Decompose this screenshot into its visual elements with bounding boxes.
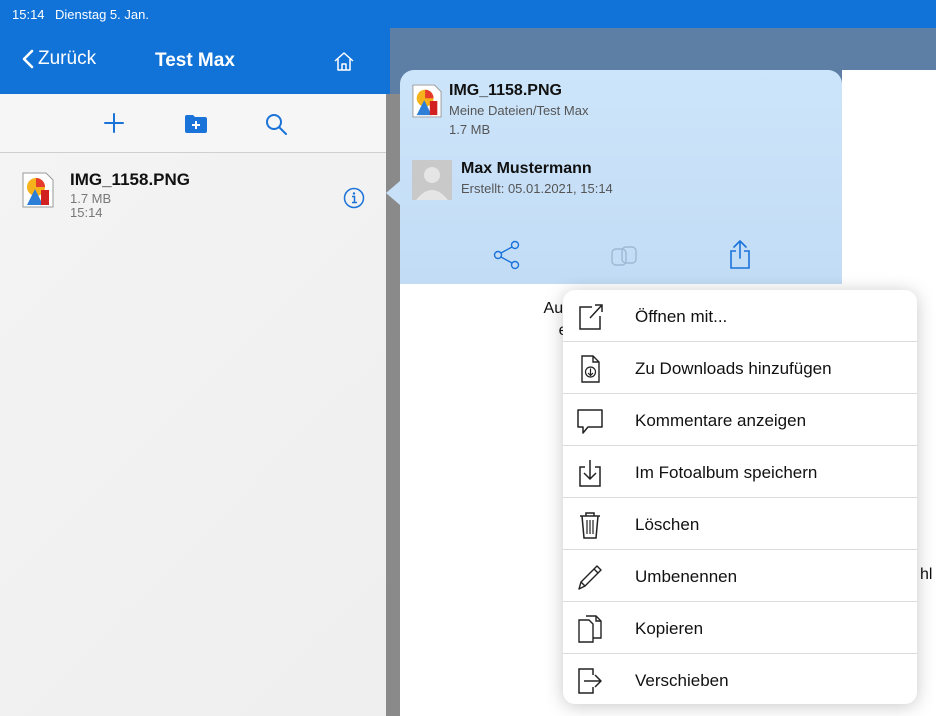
plus-icon	[104, 113, 124, 133]
image-file-icon	[22, 172, 54, 208]
menu-item-open-with[interactable]: Öffnen mit...	[563, 290, 917, 342]
pencil-icon	[578, 565, 602, 590]
file-list-item[interactable]: IMG_1158.PNG 1.7 MB 15:14	[0, 154, 386, 224]
menu-item-label: Zu Downloads hinzufügen	[635, 359, 832, 378]
file-name: IMG_1158.PNG	[70, 170, 191, 189]
back-label: Zurück	[38, 48, 97, 69]
share-button[interactable]	[493, 240, 521, 275]
image-file-icon	[412, 84, 442, 118]
menu-item-move[interactable]: Verschieben	[563, 654, 917, 704]
avatar	[412, 160, 452, 200]
add-button[interactable]	[103, 112, 125, 139]
detail-text-right: hl	[920, 566, 933, 583]
chevron-left-icon	[22, 49, 34, 69]
menu-item-label: Umbenennen	[635, 567, 738, 586]
duplicate-icon	[611, 246, 637, 266]
back-button[interactable]: Zurück	[22, 48, 96, 70]
menu-item-label: Öffnen mit...	[635, 307, 728, 326]
action-menu: Öffnen mit... Zu Downloads hinzufügen Ko…	[563, 290, 917, 704]
menu-item-delete[interactable]: Löschen	[563, 498, 917, 550]
file-size: 1.7 MB	[70, 191, 112, 206]
menu-item-add-downloads[interactable]: Zu Downloads hinzufügen	[563, 342, 917, 394]
file-list-pane: IMG_1158.PNG 1.7 MB 15:14	[0, 94, 386, 716]
share-link-icon	[493, 240, 520, 270]
person-placeholder-icon	[412, 160, 452, 200]
owner-name: Max Mustermann	[461, 160, 592, 177]
popover-file-name: IMG_1158.PNG	[449, 82, 562, 99]
home-icon[interactable]	[333, 50, 355, 77]
search-button[interactable]	[264, 112, 288, 141]
menu-item-label: Im Fotoalbum speichern	[635, 463, 818, 482]
download-doc-icon	[581, 355, 600, 383]
info-icon	[343, 187, 365, 209]
menu-item-label: Verschieben	[635, 671, 729, 690]
file-time: 15:14	[70, 205, 103, 220]
share-export-icon	[730, 240, 750, 269]
menu-item-label: Kopieren	[635, 619, 704, 638]
popover-arrow	[386, 181, 400, 205]
menu-item-show-comments[interactable]: Kommentare anzeigen	[563, 394, 917, 446]
move-icon	[578, 668, 602, 694]
created-date: Erstellt: 05.01.2021, 15:14	[461, 181, 613, 196]
popover-file-path: Meine Dateien/Test Max	[449, 103, 589, 118]
duplicate-button[interactable]	[610, 245, 640, 272]
new-folder-button[interactable]	[184, 114, 208, 139]
file-info-popover: IMG_1158.PNG Meine Dateien/Test Max 1.7 …	[400, 70, 842, 284]
menu-item-label: Kommentare anzeigen	[635, 411, 807, 430]
save-photo-icon	[579, 460, 601, 487]
comment-icon	[577, 409, 603, 434]
menu-item-copy[interactable]: Kopieren	[563, 602, 917, 654]
menu-item-save-photo[interactable]: Im Fotoalbum speichern	[563, 446, 917, 498]
info-button[interactable]	[343, 187, 365, 214]
nav-bar: Zurück Test Max	[0, 28, 390, 94]
menu-item-label: Löschen	[635, 515, 700, 534]
trash-icon	[580, 512, 600, 539]
export-button[interactable]	[728, 238, 752, 275]
search-icon	[266, 114, 287, 135]
file-toolbar	[0, 94, 386, 153]
status-time: 15:14	[12, 7, 45, 22]
popover-file-size: 1.7 MB	[449, 122, 491, 137]
copy-icon	[578, 615, 602, 643]
open-with-icon	[579, 304, 603, 330]
status-date: Dienstag 5. Jan.	[55, 7, 149, 22]
folder-plus-icon	[185, 115, 207, 133]
menu-item-rename[interactable]: Umbenennen	[563, 550, 917, 602]
page-title: Test Max	[155, 50, 235, 71]
status-bar: 15:14 Dienstag 5. Jan.	[0, 0, 936, 28]
